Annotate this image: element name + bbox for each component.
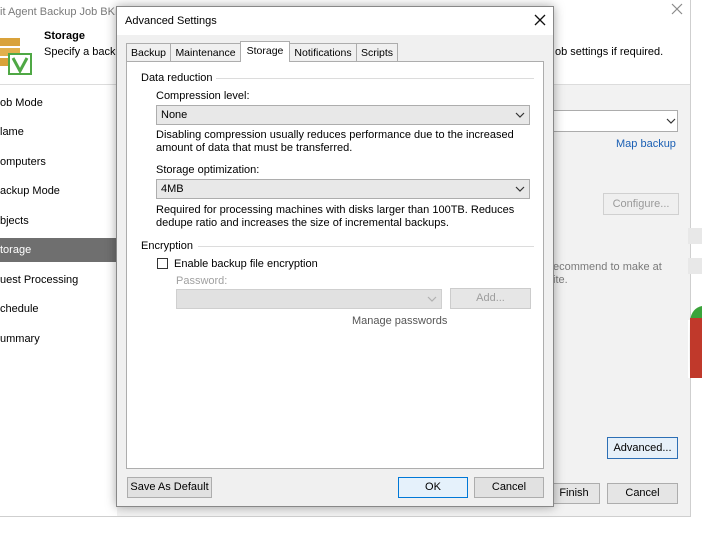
advanced-button[interactable]: Advanced... xyxy=(607,437,678,459)
recommendation-text: ecommend to make at ite. xyxy=(553,261,662,287)
storage-optimization-value: 4MB xyxy=(161,183,184,195)
password-dropdown[interactable] xyxy=(176,289,442,309)
compression-note-line-1: Disabling compression usually reduces pe… xyxy=(156,129,514,141)
password-label: Password: xyxy=(176,275,228,287)
tab-backup[interactable]: Backup xyxy=(126,43,171,61)
sidebar-item-schedule[interactable]: chedule xyxy=(0,297,117,321)
repository-dropdown[interactable] xyxy=(553,110,678,132)
tab-maintenance[interactable]: Maintenance xyxy=(170,43,241,61)
finish-button[interactable]: Finish xyxy=(548,483,600,504)
wizard-cancel-button[interactable]: Cancel xyxy=(607,483,678,504)
ok-button[interactable]: OK xyxy=(398,477,468,498)
row-stripe xyxy=(688,258,702,274)
add-password-button[interactable]: Add... xyxy=(450,288,531,309)
compression-level-dropdown[interactable]: None xyxy=(156,105,530,125)
sidebar-item-summary[interactable]: ummary xyxy=(0,327,117,351)
storage-step-icon xyxy=(0,34,34,76)
encryption-checkbox[interactable] xyxy=(157,258,168,269)
chevron-down-icon xyxy=(515,186,525,192)
chevron-down-icon xyxy=(427,296,437,302)
wizard-title: it Agent Backup Job BKP xyxy=(0,6,123,18)
sidebar-item-job-mode[interactable]: ob Mode xyxy=(0,91,117,115)
step-title: Storage xyxy=(44,30,85,42)
hint-line-1: ecommend to make at xyxy=(553,261,662,273)
sidebar-item-name[interactable]: lame xyxy=(0,120,117,144)
chevron-down-icon xyxy=(666,118,676,124)
data-reduction-group-label: Data reduction xyxy=(141,72,213,84)
save-as-default-button[interactable]: Save As Default xyxy=(127,477,212,498)
optimization-note: Required for processing machines with di… xyxy=(156,204,514,230)
encryption-checkbox-label[interactable]: Enable backup file encryption xyxy=(174,258,318,270)
compression-note: Disabling compression usually reduces pe… xyxy=(156,129,514,155)
tab-scripts[interactable]: Scripts xyxy=(356,43,398,61)
close-icon[interactable] xyxy=(534,14,546,26)
map-backup-link[interactable]: Map backup xyxy=(616,138,676,150)
step-description: Specify a backu xyxy=(44,46,122,58)
tab-storage[interactable]: Storage xyxy=(240,41,290,62)
optimization-note-line-1: Required for processing machines with di… xyxy=(156,204,515,216)
sidebar-item-storage[interactable]: torage xyxy=(0,238,117,262)
sidebar-item-guest-processing[interactable]: uest Processing xyxy=(0,268,117,292)
sidebar-item-backup-mode[interactable]: ackup Mode xyxy=(0,179,117,203)
configure-button[interactable]: Configure... xyxy=(603,193,679,215)
dialog-title: Advanced Settings xyxy=(125,15,217,27)
manage-passwords-link[interactable]: Manage passwords xyxy=(352,315,447,327)
row-stripe xyxy=(688,228,702,244)
cancel-button[interactable]: Cancel xyxy=(474,477,544,498)
hint-line-2: ite. xyxy=(553,274,568,286)
compression-note-line-2: amount of data that must be transferred. xyxy=(156,142,353,154)
group-divider xyxy=(198,246,534,247)
tab-notifications[interactable]: Notifications xyxy=(289,43,357,61)
wizard-close-icon[interactable] xyxy=(670,2,684,16)
sidebar-item-computers[interactable]: omputers xyxy=(0,150,117,174)
optimization-note-line-2: dedupe ratio and increases the size of i… xyxy=(156,217,449,229)
encryption-group-label: Encryption xyxy=(141,240,193,252)
chevron-down-icon xyxy=(515,112,525,118)
step-description-tail: ob settings if required. xyxy=(555,46,664,58)
compression-level-value: None xyxy=(161,109,188,121)
group-divider xyxy=(216,78,534,79)
storage-optimization-label: Storage optimization: xyxy=(156,164,260,176)
compression-level-label: Compression level: xyxy=(156,90,250,102)
storage-optimization-dropdown[interactable]: 4MB xyxy=(156,179,530,199)
storage-pie-chart xyxy=(688,306,702,378)
sidebar-item-objects[interactable]: bjects xyxy=(0,209,117,233)
